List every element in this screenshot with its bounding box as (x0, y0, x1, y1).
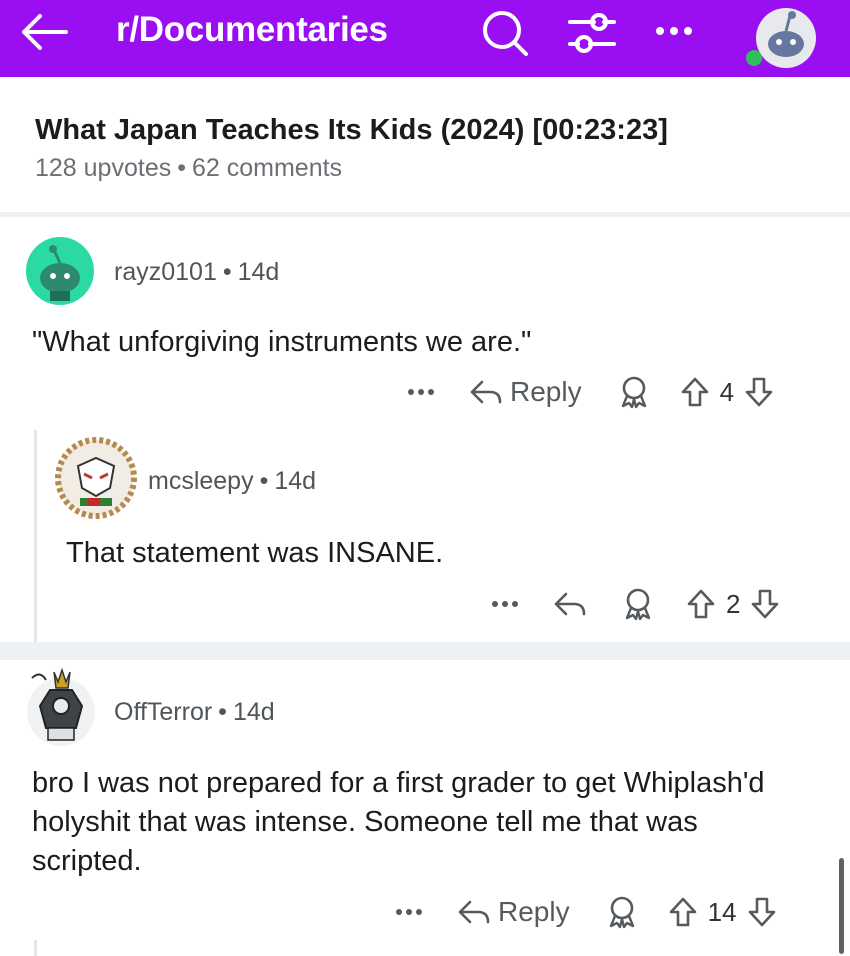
scrollbar[interactable] (839, 858, 844, 954)
avatar[interactable] (54, 436, 138, 525)
reply-icon[interactable] (552, 588, 588, 620)
vote-count: 4 (719, 376, 735, 407)
avatar[interactable] (24, 236, 96, 311)
comment-age: 14d (237, 258, 280, 286)
post-meta: 128 upvotes • 62 comments (35, 154, 342, 183)
reply-label: Reply (510, 376, 582, 407)
more-icon[interactable] (488, 594, 522, 614)
downvote-icon[interactable] (744, 376, 774, 408)
more-icon[interactable] (650, 16, 700, 46)
comment-age: 14d (274, 467, 317, 495)
username[interactable]: OffTerror (114, 698, 212, 726)
post-summary[interactable]: What Japan Teaches Its Kids (2024) [00:2… (0, 77, 850, 217)
thread-line[interactable] (34, 940, 37, 956)
vote-count: 2 (726, 588, 741, 619)
username[interactable]: rayz0101 (114, 258, 217, 286)
comment-count: 62 comments (191, 154, 343, 182)
upvote-icon[interactable] (668, 896, 698, 928)
username[interactable]: mcsleepy (148, 467, 254, 495)
avatar[interactable] (24, 666, 98, 753)
more-icon[interactable] (392, 902, 426, 922)
comment: rayz0101 • 14d "What unforgiving instrumen… (0, 222, 850, 642)
reply-button[interactable]: Reply (456, 896, 570, 928)
subreddit-title[interactable]: r/Documentaries (116, 10, 388, 50)
reply-label: Reply (498, 896, 570, 927)
upvote-icon[interactable] (686, 588, 716, 620)
comment-actions: 2 (488, 582, 780, 626)
back-arrow-icon[interactable] (18, 12, 70, 52)
top-bar: r/Documentaries (0, 0, 850, 77)
separator: • (218, 698, 227, 726)
comment-author[interactable]: OffTerror • 14d (114, 698, 275, 727)
search-icon[interactable] (478, 6, 532, 60)
upvote-count: 128 upvotes (35, 154, 172, 182)
separator: • (222, 258, 232, 286)
reply-icon (470, 380, 502, 404)
award-icon[interactable] (622, 587, 654, 621)
comment: OffTerror • 14d bro I was not prepared for… (0, 660, 850, 956)
more-icon[interactable] (404, 382, 438, 402)
separator: • (259, 467, 269, 495)
upvote-icon[interactable] (680, 376, 710, 408)
downvote-icon[interactable] (750, 588, 780, 620)
award-icon[interactable] (618, 375, 650, 409)
reply-comment: mcsleepy • 14d That statement was INSANE. … (0, 430, 850, 642)
comment-actions: Reply 14 (392, 890, 777, 934)
comment-divider (0, 642, 850, 660)
reply-icon (458, 900, 490, 924)
comment-body: bro I was not prepared for a first grade… (32, 767, 765, 877)
filter-icon[interactable] (564, 8, 618, 58)
comment-age: 14d (232, 698, 275, 726)
user-avatar[interactable] (742, 6, 820, 70)
comment-body: "What unforgiving instruments we are." (32, 326, 532, 358)
vote-count: 14 (707, 896, 737, 927)
separator: • (177, 154, 186, 182)
award-icon[interactable] (606, 895, 638, 929)
comment-body: That statement was INSANE. (66, 537, 444, 569)
comment-actions: Reply 4 (404, 370, 774, 414)
post-title[interactable]: What Japan Teaches Its Kids (2024) [00:2… (35, 114, 668, 147)
reply-button[interactable]: Reply (468, 376, 582, 408)
comment-author[interactable]: rayz0101 • 14d (114, 258, 279, 287)
comment-author[interactable]: mcsleepy • 14d (148, 467, 316, 496)
downvote-icon[interactable] (747, 896, 777, 928)
